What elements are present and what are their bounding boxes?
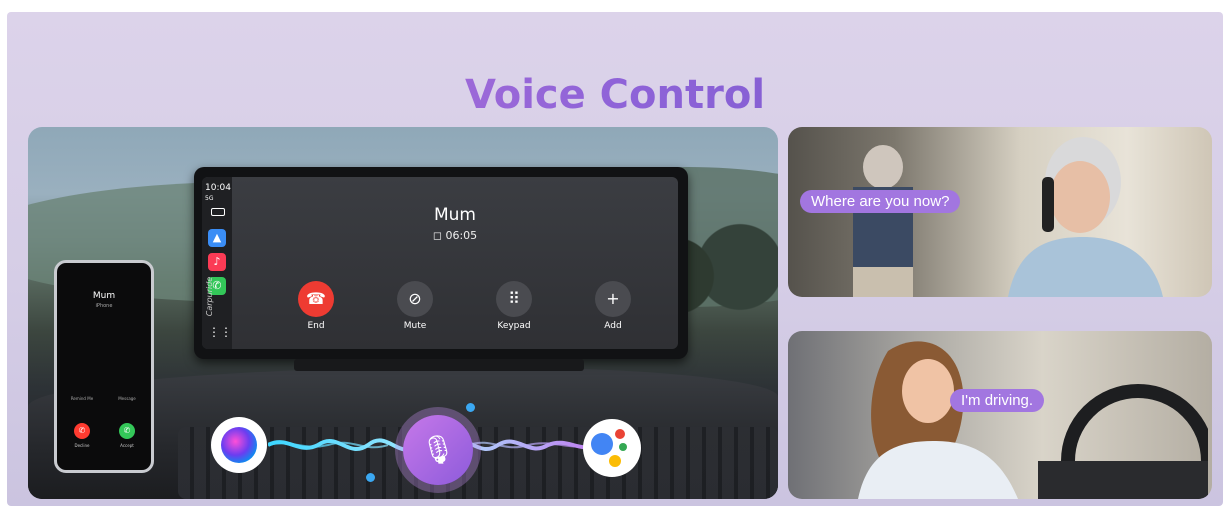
- accept-label: Accept: [120, 443, 134, 448]
- speech-bubble-question: Where are you now?: [800, 190, 961, 213]
- call-duration-value: 06:05: [445, 229, 478, 242]
- background-man-figure: [853, 145, 913, 297]
- keypad-button[interactable]: ⠿: [496, 281, 532, 317]
- decline-button[interactable]: ✆: [74, 423, 90, 439]
- decor-dot: [466, 403, 475, 412]
- mute-button[interactable]: ⊘: [397, 281, 433, 317]
- decor-dot: [366, 473, 375, 482]
- ga-dot-red: [615, 429, 625, 439]
- smartphone: Mum iPhone Remind Me Message ✆ ✆ Decline…: [54, 260, 154, 473]
- steering-wheel: [1038, 384, 1208, 499]
- section-title: Voice Control: [7, 72, 1223, 118]
- ga-dot-blue: [591, 433, 613, 455]
- phone-caller-subtitle: iPhone: [95, 303, 113, 309]
- siri-icon: [211, 417, 267, 473]
- carplay-dock: 10:04 5G ▲ ♪ ✆ ⋮⋮: [202, 177, 232, 349]
- driver-figure: [858, 341, 1018, 499]
- phone-caller-name: Mum: [92, 291, 116, 301]
- message-label[interactable]: Message: [112, 396, 142, 401]
- google-assistant-icon: [583, 419, 641, 477]
- decline-label: Decline: [74, 443, 90, 448]
- ga-dot-yellow: [609, 455, 621, 467]
- keypad-icon: ⠿: [508, 289, 520, 308]
- app-grid-icon[interactable]: ⋮⋮: [208, 323, 232, 341]
- caller-name: Mum: [433, 205, 476, 225]
- woman-figure: [1008, 137, 1163, 297]
- photo-grandmother-on-phone: Where are you now?: [788, 127, 1212, 297]
- status-signal: 5G: [205, 195, 214, 202]
- mute-label: Mute: [403, 321, 427, 331]
- status-time: 10:04: [205, 183, 231, 193]
- photo-woman-driving: I'm driving.: [788, 331, 1212, 499]
- keypad-label: Keypad: [497, 321, 531, 331]
- end-call-button[interactable]: ☎: [298, 281, 334, 317]
- ga-dot-green: [619, 443, 627, 451]
- speech-bubble-answer: I'm driving.: [950, 389, 1045, 412]
- car-dashboard-photo: 10:04 5G ▲ ♪ ✆ ⋮⋮ Carpuride Mum ◻ 06:05 …: [28, 127, 778, 499]
- voice-mic-icon[interactable]: 🎙: [403, 415, 473, 485]
- carplay-screen: 10:04 5G ▲ ♪ ✆ ⋮⋮ Carpuride Mum ◻ 06:05 …: [202, 177, 678, 349]
- mic-off-icon: ⊘: [408, 289, 422, 308]
- head-unit: 10:04 5G ▲ ♪ ✆ ⋮⋮ Carpuride Mum ◻ 06:05 …: [194, 167, 688, 359]
- phone-hangup-icon: ☎: [306, 289, 326, 308]
- voice-control-banner: Voice Control 10:04 5G ▲ ♪ ✆ ⋮⋮ Carpurid…: [7, 12, 1223, 506]
- accept-button[interactable]: ✆: [119, 423, 135, 439]
- head-unit-stand: [294, 359, 584, 371]
- add-call-button[interactable]: +: [595, 281, 631, 317]
- end-call-label: End: [307, 321, 325, 331]
- brand-logo: Carpuride: [205, 276, 215, 317]
- remind-me-label[interactable]: Remind Me: [67, 396, 97, 401]
- siri-orb: [221, 427, 257, 463]
- music-icon[interactable]: ♪: [208, 253, 226, 271]
- add-call-label: Add: [604, 321, 622, 331]
- call-duration: ◻ 06:05: [432, 229, 478, 242]
- plus-icon: +: [606, 289, 620, 308]
